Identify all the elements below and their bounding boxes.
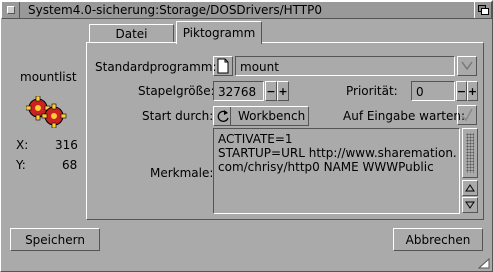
default-tool-value: mount xyxy=(240,60,279,74)
cancel-button[interactable]: Abbrechen xyxy=(393,228,483,251)
priority-label: Priorität: xyxy=(346,84,398,98)
wait-label: Auf Eingabe warten: xyxy=(343,109,465,123)
start-cycle-button[interactable]: Workbench xyxy=(213,106,309,126)
tab-piktogramm[interactable]: Piktogramm xyxy=(176,21,262,44)
tooltypes-scrollbar[interactable] xyxy=(462,128,478,178)
tooltypes-list[interactable]: ACTIVATE=1 STARTUP=URL http://www.sharem… xyxy=(213,128,460,214)
y-label: Y: xyxy=(16,158,26,172)
priority-increase-button[interactable]: + xyxy=(467,81,478,101)
title-bar[interactable]: System4.0-sicherung:Storage/DOSDrivers/H… xyxy=(1,1,492,19)
icon-name: mountlist xyxy=(20,70,77,84)
priority-field[interactable]: 0 xyxy=(411,81,455,101)
scroll-down-icon[interactable] xyxy=(462,197,478,213)
stack-increase-button[interactable]: + xyxy=(277,81,289,101)
tab-datei[interactable]: Datei xyxy=(89,24,174,43)
priority-value: 0 xyxy=(416,85,424,99)
default-tool-label: Standardprogramm: xyxy=(95,60,217,74)
stack-field[interactable]: 32768 xyxy=(213,81,264,101)
save-button[interactable]: Speichern xyxy=(10,228,100,251)
depth-icon[interactable] xyxy=(474,2,491,18)
default-tool-dropdown-icon[interactable] xyxy=(457,56,477,76)
y-value: 68 xyxy=(62,158,78,172)
x-label: X: xyxy=(16,138,29,152)
resize-icon[interactable] xyxy=(477,257,491,270)
tooltype-line[interactable]: STARTUP=URL http://www.sharemation. xyxy=(218,146,457,160)
stack-label: Stapelgröße: xyxy=(138,84,215,98)
cycle-icon xyxy=(217,110,229,122)
tab-piktogramm-label: Piktogramm xyxy=(182,26,256,40)
priority-decrease-button[interactable]: − xyxy=(456,81,467,101)
default-tool-file-icon[interactable] xyxy=(213,56,233,76)
gears-icon xyxy=(26,96,67,128)
tooltype-line[interactable]: ACTIVATE=1 xyxy=(218,132,293,146)
start-label: Start durch: xyxy=(142,109,214,123)
tooltype-line[interactable]: com/chrisy/http0 NAME WWWPublic xyxy=(218,160,434,174)
scroll-up-icon[interactable] xyxy=(462,180,478,196)
tooltypes-label: Merkmale: xyxy=(150,166,214,180)
tab-datei-label: Datei xyxy=(115,27,148,41)
cancel-button-label: Abbrechen xyxy=(405,232,471,247)
x-value: 316 xyxy=(55,138,78,152)
start-value: Workbench xyxy=(238,109,306,123)
save-button-label: Speichern xyxy=(25,232,85,247)
stack-value: 32768 xyxy=(218,85,257,99)
window-title: System4.0-sicherung:Storage/DOSDrivers/H… xyxy=(28,3,322,17)
scrollbar-knob[interactable] xyxy=(466,133,474,173)
close-icon[interactable] xyxy=(2,2,20,18)
default-tool-field[interactable]: mount xyxy=(235,56,455,76)
stack-decrease-button[interactable]: − xyxy=(265,81,277,101)
wait-checkbox[interactable] xyxy=(457,105,477,125)
